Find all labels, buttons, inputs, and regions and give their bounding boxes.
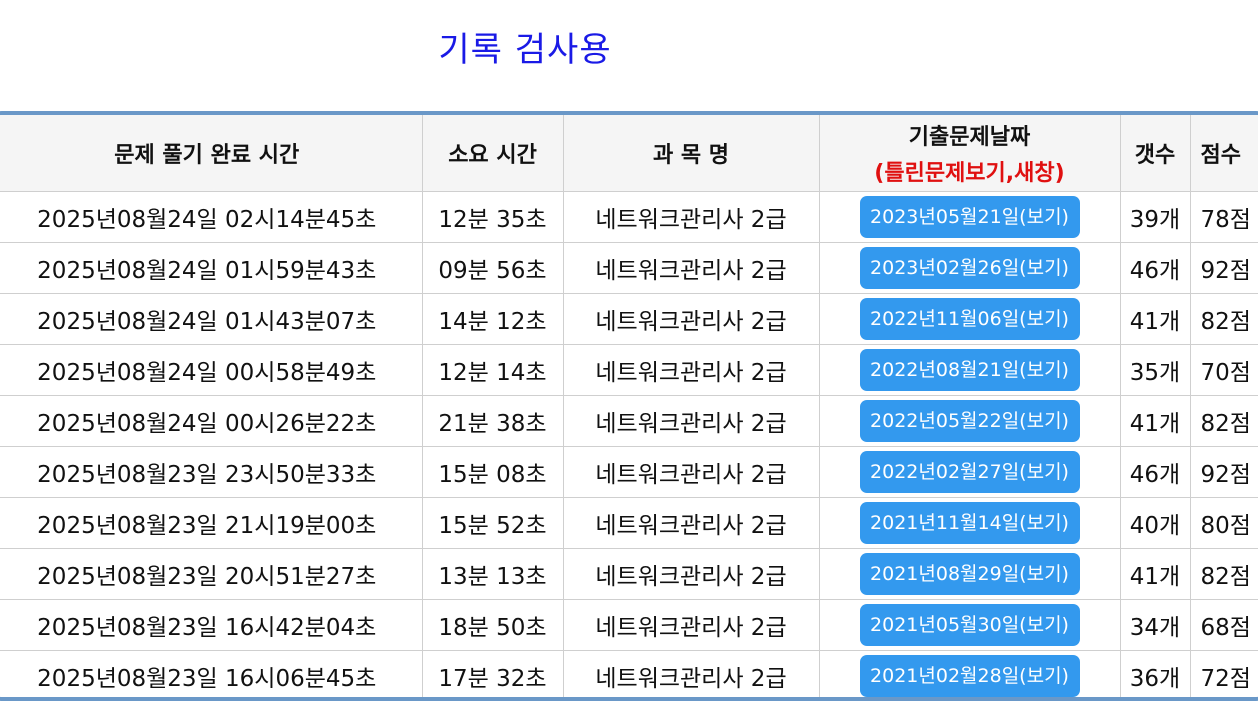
cell-count: 41개 <box>1120 293 1191 345</box>
header-duration: 소요 시간 <box>422 115 564 192</box>
cell-score: 70점 <box>1190 344 1258 396</box>
cell-completed-time: 2025년08월24일 00시26분22초 <box>0 395 423 447</box>
view-exam-button[interactable]: 2022년08월21일(보기) <box>859 349 1080 391</box>
cell-count: 34개 <box>1120 599 1191 651</box>
table-row: 2025년08월23일 23시50분33초 15분 08초 네트워크관리사 2급… <box>0 446 1258 498</box>
cell-subject: 네트워크관리사 2급 <box>563 599 820 651</box>
cell-completed-time: 2025년08월23일 21시19분00초 <box>0 497 423 549</box>
cell-score: 82점 <box>1190 293 1258 345</box>
cell-completed-time: 2025년08월24일 01시59분43초 <box>0 242 423 294</box>
view-exam-button[interactable]: 2023년05월21일(보기) <box>859 196 1080 238</box>
cell-score: 82점 <box>1190 395 1258 447</box>
cell-score: 68점 <box>1190 599 1258 651</box>
cell-duration: 12분 35초 <box>422 191 564 243</box>
cell-score: 72점 <box>1190 650 1258 697</box>
cell-duration: 17분 32초 <box>422 650 564 697</box>
cell-subject: 네트워크관리사 2급 <box>563 191 820 243</box>
cell-subject: 네트워크관리사 2급 <box>563 548 820 600</box>
cell-count: 39개 <box>1120 191 1191 243</box>
table-row: 2025년08월24일 02시14분45초 12분 35초 네트워크관리사 2급… <box>0 191 1258 243</box>
cell-exam-date: 2022년02월27일(보기) <box>819 446 1121 498</box>
table-row: 2025년08월24일 00시26분22초 21분 38초 네트워크관리사 2급… <box>0 395 1258 447</box>
cell-score: 78점 <box>1190 191 1258 243</box>
cell-duration: 14분 12초 <box>422 293 564 345</box>
cell-subject: 네트워크관리사 2급 <box>563 344 820 396</box>
table-row: 2025년08월23일 20시51분27초 13분 13초 네트워크관리사 2급… <box>0 548 1258 600</box>
view-exam-button[interactable]: 2021년08월29일(보기) <box>859 553 1080 595</box>
cell-count: 35개 <box>1120 344 1191 396</box>
view-exam-button[interactable]: 2022년02월27일(보기) <box>859 451 1080 493</box>
cell-exam-date: 2021년11월14일(보기) <box>819 497 1121 549</box>
header-score: 점수 <box>1190 115 1258 192</box>
cell-exam-date: 2023년05월21일(보기) <box>819 191 1121 243</box>
view-exam-button[interactable]: 2022년11월06일(보기) <box>859 298 1080 340</box>
header-exam-date: 기출문제날짜 (틀린문제보기,새창) <box>819 115 1121 192</box>
cell-duration: 18분 50초 <box>422 599 564 651</box>
cell-completed-time: 2025년08월23일 16시06분45초 <box>0 650 423 697</box>
header-exam-date-label: 기출문제날짜 <box>908 125 1031 150</box>
table-row: 2025년08월24일 01시43분07초 14분 12초 네트워크관리사 2급… <box>0 293 1258 345</box>
cell-count: 46개 <box>1120 446 1191 498</box>
table-row: 2025년08월24일 01시59분43초 09분 56초 네트워크관리사 2급… <box>0 242 1258 294</box>
cell-completed-time: 2025년08월23일 20시51분27초 <box>0 548 423 600</box>
view-exam-button[interactable]: 2021년11월14일(보기) <box>859 502 1080 544</box>
cell-subject: 네트워크관리사 2급 <box>563 446 820 498</box>
cell-duration: 15분 08초 <box>422 446 564 498</box>
cell-score: 80점 <box>1190 497 1258 549</box>
cell-score: 82점 <box>1190 548 1258 600</box>
cell-exam-date: 2022년05월22일(보기) <box>819 395 1121 447</box>
table-header-row: 문제 풀기 완료 시간 소요 시간 과 목 명 기출문제날짜 (틀린문제보기,새… <box>0 115 1258 192</box>
cell-count: 40개 <box>1120 497 1191 549</box>
cell-count: 46개 <box>1120 242 1191 294</box>
view-exam-button[interactable]: 2023년02월26일(보기) <box>859 247 1080 289</box>
table-row: 2025년08월23일 16시06분45초 17분 32초 네트워크관리사 2급… <box>0 650 1258 697</box>
cell-score: 92점 <box>1190 242 1258 294</box>
table-row: 2025년08월23일 16시42분04초 18분 50초 네트워크관리사 2급… <box>0 599 1258 651</box>
cell-completed-time: 2025년08월24일 01시43분07초 <box>0 293 423 345</box>
cell-subject: 네트워크관리사 2급 <box>563 242 820 294</box>
cell-score: 92점 <box>1190 446 1258 498</box>
cell-count: 41개 <box>1120 395 1191 447</box>
header-completed-time: 문제 풀기 완료 시간 <box>0 115 423 192</box>
cell-completed-time: 2025년08월23일 23시50분33초 <box>0 446 423 498</box>
table-row: 2025년08월23일 21시19분00초 15분 52초 네트워크관리사 2급… <box>0 497 1258 549</box>
records-table: 문제 풀기 완료 시간 소요 시간 과 목 명 기출문제날짜 (틀린문제보기,새… <box>0 115 1258 697</box>
cell-subject: 네트워크관리사 2급 <box>563 497 820 549</box>
cell-completed-time: 2025년08월24일 00시58분49초 <box>0 344 423 396</box>
view-exam-button[interactable]: 2021년05월30일(보기) <box>859 604 1080 646</box>
header-count: 갯수 <box>1120 115 1191 192</box>
cell-completed-time: 2025년08월23일 16시42분04초 <box>0 599 423 651</box>
table-row: 2025년08월24일 00시58분49초 12분 14초 네트워크관리사 2급… <box>0 344 1258 396</box>
view-exam-button[interactable]: 2022년05월22일(보기) <box>859 400 1080 442</box>
records-table-container: 문제 풀기 완료 시간 소요 시간 과 목 명 기출문제날짜 (틀린문제보기,새… <box>0 111 1258 701</box>
cell-duration: 21분 38초 <box>422 395 564 447</box>
cell-exam-date: 2022년08월21일(보기) <box>819 344 1121 396</box>
cell-subject: 네트워크관리사 2급 <box>563 395 820 447</box>
cell-subject: 네트워크관리사 2급 <box>563 293 820 345</box>
cell-exam-date: 2021년05월30일(보기) <box>819 599 1121 651</box>
cell-exam-date: 2021년08월29일(보기) <box>819 548 1121 600</box>
cell-duration: 15분 52초 <box>422 497 564 549</box>
page-title: 기록 검사용 <box>438 30 612 70</box>
cell-exam-date: 2021년02월28일(보기) <box>819 650 1121 697</box>
cell-count: 41개 <box>1120 548 1191 600</box>
cell-completed-time: 2025년08월24일 02시14분45초 <box>0 191 423 243</box>
cell-duration: 09분 56초 <box>422 242 564 294</box>
cell-duration: 13분 13초 <box>422 548 564 600</box>
cell-duration: 12분 14초 <box>422 344 564 396</box>
cell-count: 36개 <box>1120 650 1191 697</box>
header-subject: 과 목 명 <box>563 115 820 192</box>
cell-exam-date: 2022년11월06일(보기) <box>819 293 1121 345</box>
cell-subject: 네트워크관리사 2급 <box>563 650 820 697</box>
header-exam-date-sub: (틀린문제보기,새창) <box>874 161 1065 186</box>
view-exam-button[interactable]: 2021년02월28일(보기) <box>859 655 1080 697</box>
cell-exam-date: 2023년02월26일(보기) <box>819 242 1121 294</box>
